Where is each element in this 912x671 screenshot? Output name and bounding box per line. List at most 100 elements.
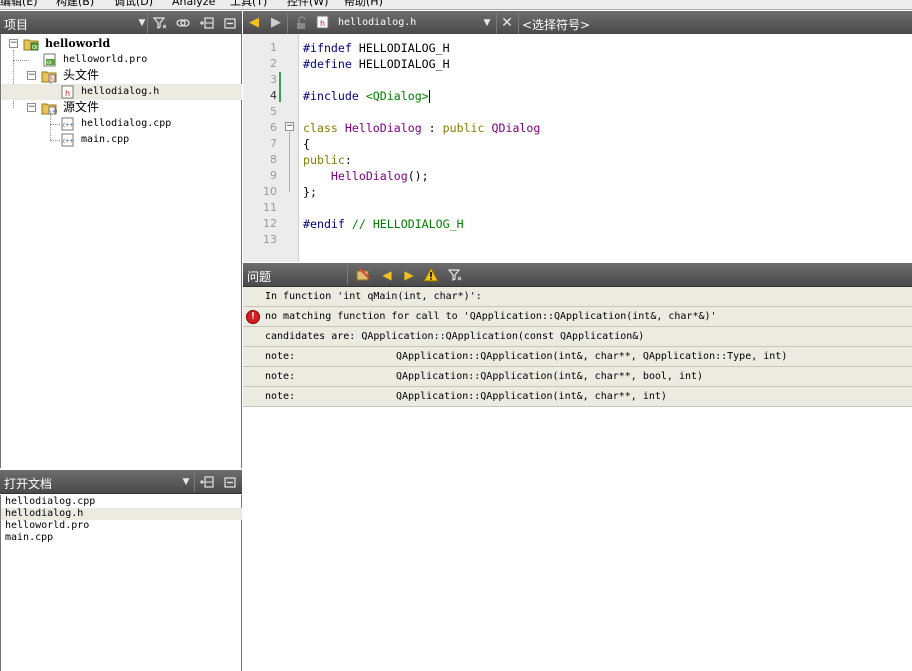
tree-item-label: hellodialog.h (81, 86, 160, 97)
menu-analyze[interactable]: Analyze (172, 0, 215, 9)
code-token: public (442, 121, 485, 135)
line-number: 1 (270, 41, 277, 54)
code-token: HELLODIALOG_H (351, 57, 450, 71)
pro-file-icon: Qt (43, 53, 57, 67)
open-doc-item[interactable]: main.cpp (1, 532, 242, 544)
line-number: 12 (263, 217, 277, 230)
prev-issue-icon[interactable]: ◀ (379, 267, 395, 283)
next-issue-icon[interactable]: ▶ (401, 267, 417, 283)
close-panel-icon[interactable] (222, 474, 238, 490)
svg-text:h: h (320, 19, 325, 28)
open-doc-item[interactable]: hellodialog.cpp (1, 496, 242, 508)
tree-item-label: 源文件 (63, 100, 100, 114)
code-token: }; (303, 185, 317, 199)
issue-row[interactable]: note: QApplication::QApplication(int&, c… (243, 347, 912, 367)
tree-item-label: main.cpp (81, 134, 130, 145)
issue-row[interactable]: note: QApplication::QApplication(int&, c… (243, 367, 912, 387)
menu-tools[interactable]: 工具(T) (230, 0, 267, 9)
tree-item-sources[interactable]: − c++ 源文件 (1, 100, 242, 116)
error-icon: ! (246, 310, 260, 324)
tree-item-helloworld[interactable]: − Qt helloworld (1, 36, 242, 52)
open-doc-item[interactable]: helloworld.pro (1, 520, 242, 532)
issues-panel-title: 问题 (247, 270, 272, 284)
code-token: public (303, 153, 345, 167)
sync-link-icon[interactable] (175, 15, 191, 31)
tree-item-label: 头文件 (63, 68, 100, 82)
issue-row[interactable]: In function 'int qMain(int, char*)': (243, 287, 912, 307)
chevron-down-icon[interactable]: ▼ (479, 15, 495, 31)
toolbar-separator (347, 265, 348, 285)
menu-build[interactable]: 构建(B) (56, 0, 94, 9)
code-line: HelloDialog(); (303, 168, 429, 184)
issue-message: candidates are: QApplication::QApplicati… (265, 331, 645, 342)
warning-filter-icon[interactable] (423, 266, 439, 283)
code-token: #ifndef (303, 41, 352, 55)
collapse-icon[interactable]: − (27, 103, 36, 112)
clear-issues-icon[interactable] (355, 267, 371, 283)
svg-text:Qt: Qt (47, 60, 53, 66)
menu-debug[interactable]: 调试(D) (114, 0, 153, 9)
forward-arrow-icon[interactable]: ▶ (268, 15, 284, 31)
issue-row[interactable]: note: QApplication::QApplication(int&, c… (243, 387, 912, 407)
tree-item-headers[interactable]: − h 头文件 (1, 68, 242, 84)
code-line: #endif // HELLODIALOG_H (303, 216, 464, 232)
open-docs-list: hellodialog.cpp hellodialog.h helloworld… (0, 495, 242, 671)
code-token: : (344, 153, 352, 167)
menu-help[interactable]: 帮助(H) (344, 0, 383, 9)
project-panel-title: 项目 (4, 18, 29, 32)
issue-message: note: (265, 371, 296, 382)
menu-edit[interactable]: 编辑(E) (0, 0, 38, 9)
code-token: #endif (303, 217, 345, 231)
tree-item-hellodialog-h[interactable]: h hellodialog.h (1, 84, 242, 100)
code-line: public: (303, 152, 352, 168)
lock-icon (293, 15, 309, 31)
collapse-icon[interactable]: − (9, 39, 18, 48)
close-icon[interactable]: ✕ (499, 15, 515, 31)
toolbar-separator (287, 13, 288, 33)
code-editor[interactable]: − 1 2 3 4 5 6 7 8 9 10 11 12 13 #ifndef HELLODIALOG_… (243, 34, 912, 262)
project-folder-icon: Qt (23, 37, 39, 51)
cpp-file-icon: c++ (61, 133, 75, 147)
issue-detail: QApplication::QApplication(int&, char**,… (396, 371, 704, 382)
project-panel-header: 项目 ▼ (0, 11, 242, 35)
symbol-selector[interactable]: <选择符号> (522, 16, 590, 33)
code-line: class HelloDialog : public QDialog (303, 120, 540, 136)
issue-row[interactable]: candidates are: QApplication::QApplicati… (243, 327, 912, 347)
open-doc-item[interactable]: hellodialog.h (1, 508, 242, 520)
menu-controls[interactable]: 控件(W) (287, 0, 328, 9)
code-token: HelloDialog (344, 121, 422, 135)
issue-detail: QApplication::QApplication(int&, char**,… (396, 351, 788, 362)
filter-icon[interactable] (447, 267, 463, 283)
open-docs-title: 打开文档 (4, 477, 53, 491)
line-number: 7 (270, 137, 277, 150)
line-number: 2 (270, 57, 277, 70)
filter-icon[interactable] (152, 15, 168, 31)
split-view-icon[interactable] (199, 474, 215, 490)
code-token: // HELLODIALOG_H (351, 217, 464, 231)
current-file-name[interactable]: hellodialog.h (338, 17, 416, 28)
back-arrow-icon[interactable]: ◀ (246, 15, 262, 31)
code-token: QDialog (491, 121, 541, 135)
fold-icon[interactable]: − (285, 122, 294, 131)
code-token: { (303, 137, 310, 151)
tree-item-main-cpp[interactable]: c++ main.cpp (1, 132, 242, 148)
code-token: <QDialog> (365, 89, 429, 103)
code-line: }; (303, 184, 317, 200)
line-number: 8 (270, 153, 277, 166)
chevron-down-icon[interactable]: ▼ (178, 474, 194, 490)
line-number: 5 (270, 105, 277, 118)
code-token: #define (303, 57, 352, 71)
tree-item-hellodialog-cpp[interactable]: c++ hellodialog.cpp (1, 116, 242, 132)
split-view-icon[interactable] (199, 15, 215, 31)
issue-row[interactable]: ! no matching function for call to 'QApp… (243, 307, 912, 327)
svg-text:c++: c++ (63, 123, 74, 129)
toolbar-separator (147, 13, 148, 33)
collapse-icon[interactable]: − (27, 71, 36, 80)
svg-text:Qt: Qt (32, 45, 38, 51)
tree-item-pro[interactable]: Qt helloworld.pro (1, 52, 242, 68)
code-token: : (421, 121, 443, 135)
close-panel-icon[interactable] (222, 15, 238, 31)
